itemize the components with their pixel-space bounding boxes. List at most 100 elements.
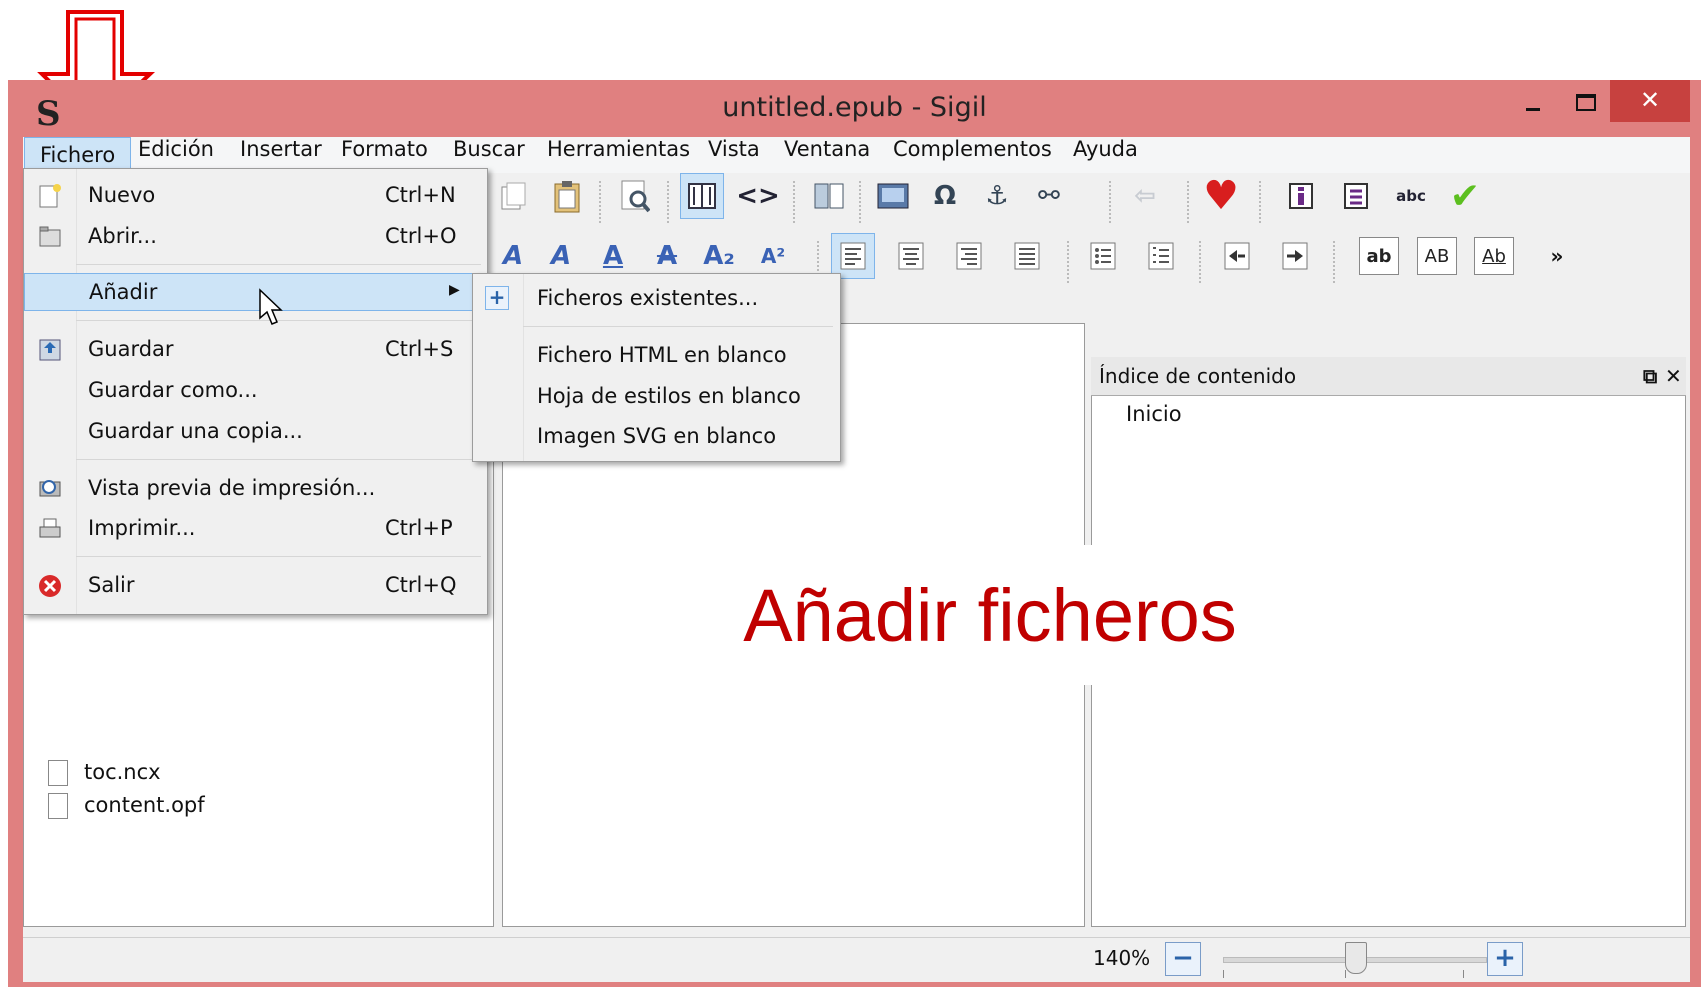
image-icon[interactable] bbox=[871, 173, 915, 219]
omega-icon[interactable]: Ω bbox=[923, 173, 967, 219]
menu-item-label: Vista previa de impresión... bbox=[88, 476, 376, 500]
open-folder-icon bbox=[39, 226, 61, 247]
menu-separator bbox=[76, 556, 481, 557]
menu-item-label: Imprimir... bbox=[88, 516, 196, 540]
align-right-icon[interactable] bbox=[947, 233, 991, 279]
lowercase-icon[interactable]: ab bbox=[1359, 237, 1399, 275]
file-name: content.opf bbox=[84, 793, 205, 817]
toolbar-separator bbox=[1259, 181, 1264, 223]
anchor-icon[interactable]: ⚓ bbox=[975, 173, 1019, 219]
menu-item-shortcut: Ctrl+Q bbox=[385, 573, 457, 597]
link-icon[interactable]: ⚯ bbox=[1027, 173, 1071, 219]
toolbar-separator bbox=[1067, 241, 1072, 283]
zoom-out-button[interactable]: − bbox=[1165, 942, 1201, 976]
menu-item-shortcut: Ctrl+O bbox=[385, 224, 457, 248]
menu-separator bbox=[523, 326, 833, 327]
new-file-icon bbox=[39, 184, 61, 208]
float-panel-icon[interactable]: ⧉ bbox=[1643, 357, 1657, 395]
menu-complementos[interactable]: Complementos bbox=[878, 137, 1067, 173]
menu-item-guardar-como[interactable]: Guardar como... bbox=[24, 372, 487, 410]
validate-icon[interactable]: ✔ bbox=[1443, 173, 1487, 219]
menu-item-label: Guardar una copia... bbox=[88, 419, 303, 443]
close-button[interactable]: ✕ bbox=[1610, 80, 1690, 122]
zoom-tick bbox=[1223, 970, 1224, 978]
menu-item-guardar[interactable]: Guardar Ctrl+S bbox=[24, 331, 487, 369]
menu-herramientas[interactable]: Herramientas bbox=[532, 137, 705, 173]
menu-item-salir[interactable]: Salir Ctrl+Q bbox=[24, 567, 487, 605]
close-panel-icon[interactable]: ✕ bbox=[1665, 357, 1682, 395]
preview-icon[interactable] bbox=[613, 173, 657, 219]
file-menu-dropdown: Nuevo Ctrl+N Abrir... Ctrl+O Añadir ▶ Gu… bbox=[23, 168, 488, 615]
menu-item-label: Abrir... bbox=[88, 224, 157, 248]
toolbar-separator bbox=[1109, 181, 1114, 223]
numbered-list-icon[interactable] bbox=[1139, 233, 1183, 279]
menu-item-label: Guardar bbox=[88, 337, 174, 361]
toolbar-separator bbox=[1187, 181, 1192, 223]
code-view-icon[interactable]: <> bbox=[736, 173, 780, 219]
menu-item-vista-previa[interactable]: Vista previa de impresión... bbox=[24, 470, 487, 508]
menu-separator bbox=[76, 459, 481, 460]
spellcheck-icon[interactable]: abc bbox=[1389, 173, 1433, 219]
submenu-item-imagen-svg[interactable]: Imagen SVG en blanco bbox=[473, 418, 840, 456]
align-center-icon[interactable] bbox=[889, 233, 933, 279]
toolbar-separator bbox=[859, 181, 864, 223]
save-icon bbox=[39, 339, 61, 361]
menu-item-guardar-copia[interactable]: Guardar una copia... bbox=[24, 413, 487, 451]
submenu-item-html-blanco[interactable]: Fichero HTML en blanco bbox=[473, 337, 840, 375]
toolbar-separator bbox=[793, 181, 798, 223]
increase-indent-icon[interactable] bbox=[1273, 233, 1317, 279]
zoom-level: 140% bbox=[1093, 946, 1151, 970]
window-title: untitled.epub - Sigil bbox=[722, 92, 987, 123]
maximize-button[interactable] bbox=[1568, 88, 1604, 120]
status-bar: 140% − + bbox=[23, 937, 1690, 982]
toolbar-separator bbox=[1333, 241, 1338, 283]
overlay-caption: Añadir ficheros bbox=[655, 545, 1325, 685]
donate-icon[interactable]: ♥ bbox=[1199, 173, 1243, 219]
zoom-in-button[interactable]: + bbox=[1487, 942, 1523, 976]
menu-item-imprimir[interactable]: Imprimir... Ctrl+P bbox=[24, 510, 487, 548]
menu-item-label: Guardar como... bbox=[88, 378, 258, 402]
toc-icon[interactable] bbox=[1334, 173, 1378, 219]
file-icon bbox=[48, 760, 68, 786]
submenu-item-hoja-estilos[interactable]: Hoja de estilos en blanco bbox=[473, 378, 840, 416]
menu-item-label: Fichero HTML en blanco bbox=[537, 343, 787, 367]
tree-item-toc-ncx[interactable]: toc.ncx bbox=[48, 758, 161, 786]
print-preview-icon bbox=[39, 480, 61, 497]
uppercase-icon[interactable]: AB bbox=[1417, 237, 1457, 275]
paste-icon[interactable] bbox=[545, 173, 589, 219]
menu-item-abrir[interactable]: Abrir... Ctrl+O bbox=[24, 218, 487, 256]
menu-item-label: Nuevo bbox=[88, 183, 156, 207]
file-icon bbox=[48, 793, 68, 819]
titlecase-icon[interactable]: Ab bbox=[1474, 237, 1514, 275]
zoom-slider-handle[interactable] bbox=[1345, 942, 1367, 974]
menu-item-anadir[interactable]: Añadir ▶ bbox=[24, 273, 487, 311]
metadata-icon[interactable] bbox=[1279, 173, 1323, 219]
decrease-indent-icon[interactable] bbox=[1215, 233, 1259, 279]
back-icon[interactable]: ⇦ bbox=[1123, 173, 1167, 219]
submenu-item-ficheros-existentes[interactable]: Ficheros existentes... bbox=[473, 280, 840, 318]
menu-item-shortcut: Ctrl+S bbox=[385, 337, 454, 361]
book-view-icon[interactable] bbox=[680, 173, 724, 219]
mouse-cursor-icon bbox=[259, 288, 283, 325]
menu-separator bbox=[76, 264, 481, 265]
menu-ventana[interactable]: Ventana bbox=[769, 137, 885, 173]
toc-panel-title: Índice de contenido bbox=[1099, 364, 1297, 388]
menu-item-shortcut: Ctrl+P bbox=[385, 516, 453, 540]
printer-icon bbox=[39, 518, 61, 538]
menu-ayuda[interactable]: Ayuda bbox=[1058, 137, 1153, 173]
toc-item-inicio[interactable]: Inicio bbox=[1126, 402, 1182, 426]
toolbar-separator bbox=[1199, 241, 1204, 283]
bullet-list-icon[interactable] bbox=[1081, 233, 1125, 279]
toc-panel-header: Índice de contenido ⧉ ✕ bbox=[1091, 357, 1686, 396]
submenu-arrow-icon: ▶ bbox=[449, 282, 460, 298]
menu-vista[interactable]: Vista bbox=[693, 137, 775, 173]
copy-icon[interactable] bbox=[491, 173, 535, 219]
minimize-button[interactable] bbox=[1516, 90, 1552, 122]
add-submenu: + Ficheros existentes... Fichero HTML en… bbox=[472, 273, 841, 462]
split-icon[interactable] bbox=[807, 173, 851, 219]
tree-item-content-opf[interactable]: content.opf bbox=[48, 791, 205, 819]
menu-item-nuevo[interactable]: Nuevo Ctrl+N bbox=[24, 177, 487, 215]
file-name: toc.ncx bbox=[84, 760, 161, 784]
more-tools-icon[interactable]: » bbox=[1535, 233, 1579, 279]
align-justify-icon[interactable] bbox=[1005, 233, 1049, 279]
